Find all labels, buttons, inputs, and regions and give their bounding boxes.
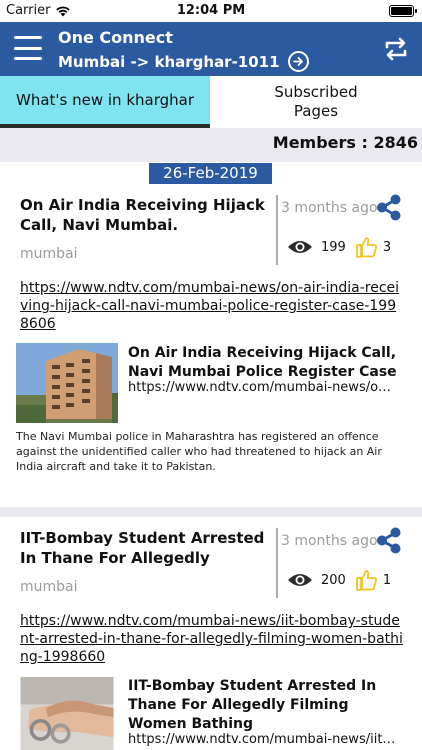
post-source: mumbai — [20, 246, 78, 262]
tab-bar: What's new in kharghar Subscribed Pages — [0, 76, 422, 128]
post-time: 3 months ago — [281, 533, 378, 549]
preview-url: https://www.ndtv.com/mumbai-news/on-air-… — [128, 380, 398, 395]
location-selector[interactable]: Mumbai -> kharghar-1011 — [58, 51, 309, 72]
post-link[interactable]: https://www.ndtv.com/mumbai-news/iit-bom… — [20, 612, 405, 666]
divider — [276, 195, 278, 265]
preview-url: https://www.ndtv.com/mumbai-news/iit-bom… — [128, 732, 398, 747]
hamburger-menu-icon[interactable] — [14, 36, 42, 60]
eye-icon — [288, 241, 312, 253]
post-stats: 199 3 — [287, 235, 391, 259]
arrow-right-circle-icon[interactable] — [287, 51, 309, 72]
preview-title[interactable]: IIT-Bombay Student Arrested In Thane For… — [128, 677, 403, 734]
view-count: 200 — [321, 572, 346, 588]
tab-whats-new[interactable]: What's new in kharghar — [0, 76, 210, 128]
battery-icon — [389, 5, 417, 17]
clock: 12:04 PM — [176, 3, 246, 18]
app-title: One Connect — [58, 28, 173, 47]
share-icon[interactable] — [375, 527, 402, 554]
members-bar: Members : 2846 — [0, 128, 422, 162]
tab-subscribed-pages-label: Subscribed Pages — [274, 83, 358, 120]
status-bar: Carrier 12:04 PM — [0, 0, 422, 22]
preview-description: The Navi Mumbai police in Maharashtra ha… — [16, 430, 382, 473]
date-badge: 26-Feb-2019 — [149, 163, 272, 184]
post-title[interactable]: On Air India Receiving Hijack Call, Navi… — [20, 195, 270, 235]
members-count: Members : 2846 — [272, 133, 418, 152]
post-time: 3 months ago — [281, 200, 378, 216]
divider — [276, 528, 278, 598]
app-header: One Connect Mumbai -> kharghar-1011 — [0, 22, 422, 76]
eye-icon — [288, 574, 312, 586]
tab-subscribed-pages[interactable]: Subscribed Pages — [210, 76, 422, 128]
view-count: 199 — [321, 239, 346, 255]
post-card[interactable]: On Air India Receiving Hijack Call, Navi… — [0, 184, 422, 506]
post-link[interactable]: https://www.ndtv.com/mumbai-news/on-air-… — [20, 279, 405, 333]
sync-icon[interactable] — [382, 36, 410, 62]
post-stats: 200 1 — [287, 568, 391, 592]
like-count: 1 — [382, 572, 392, 588]
building-thumbnail — [16, 343, 118, 423]
preview-title[interactable]: On Air India Receiving Hijack Call, Navi… — [128, 344, 403, 382]
handcuffs-thumbnail — [20, 677, 114, 750]
post-card[interactable]: IIT-Bombay Student Arrested In Thane For… — [0, 517, 422, 750]
location-label: Mumbai -> kharghar-1011 — [58, 52, 280, 71]
like-count: 3 — [382, 239, 392, 255]
share-icon[interactable] — [375, 194, 402, 221]
thumbs-up-icon[interactable] — [354, 235, 378, 259]
thumbs-up-icon[interactable] — [354, 568, 378, 592]
post-title[interactable]: IIT-Bombay Student Arrested In Thane For… — [20, 528, 270, 568]
post-source: mumbai — [20, 579, 78, 595]
card-separator — [0, 507, 422, 517]
